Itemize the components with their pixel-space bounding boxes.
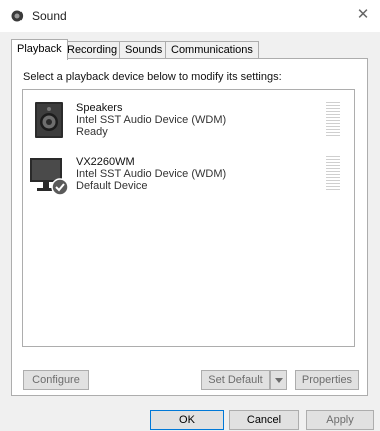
- tab-playback[interactable]: Playback: [11, 39, 68, 60]
- device-list[interactable]: Speakers Intel SST Audio Device (WDM) Re…: [22, 89, 355, 347]
- volume-meter: [326, 156, 340, 192]
- volume-meter: [326, 102, 340, 138]
- set-default-dropdown-icon[interactable]: [270, 370, 287, 390]
- configure-button[interactable]: Configure: [23, 370, 89, 390]
- device-status: Default Device: [76, 180, 148, 192]
- device-name: VX2260WM: [76, 156, 135, 168]
- tab-communications[interactable]: Communications: [165, 41, 259, 59]
- playback-panel: Select a playback device below to modify…: [11, 58, 368, 396]
- device-description: Intel SST Audio Device (WDM): [76, 168, 227, 180]
- device-item-vx2260wm[interactable]: VX2260WM Intel SST Audio Device (WDM) De…: [23, 152, 354, 206]
- tab-sounds[interactable]: Sounds: [119, 41, 169, 59]
- device-status: Ready: [76, 126, 108, 138]
- instruction-text: Select a playback device below to modify…: [23, 71, 282, 83]
- title-bar: Sound ✕: [0, 0, 380, 32]
- speaker-icon: [11, 10, 24, 22]
- speakers-icon: [35, 102, 63, 138]
- tab-recording[interactable]: Recording: [61, 41, 124, 59]
- apply-button[interactable]: Apply: [306, 410, 374, 430]
- monitor-icon: [30, 158, 69, 196]
- window-title: Sound: [32, 9, 67, 23]
- device-description: Intel SST Audio Device (WDM): [76, 114, 227, 126]
- ok-button[interactable]: OK: [150, 410, 224, 430]
- properties-button[interactable]: Properties: [295, 370, 359, 390]
- device-name: Speakers: [76, 102, 123, 114]
- device-item-speakers[interactable]: Speakers Intel SST Audio Device (WDM) Re…: [23, 98, 354, 152]
- cancel-button[interactable]: Cancel: [229, 410, 299, 430]
- close-icon[interactable]: ✕: [355, 7, 371, 23]
- default-check-icon: [51, 178, 69, 196]
- set-default-button[interactable]: Set Default: [201, 370, 270, 390]
